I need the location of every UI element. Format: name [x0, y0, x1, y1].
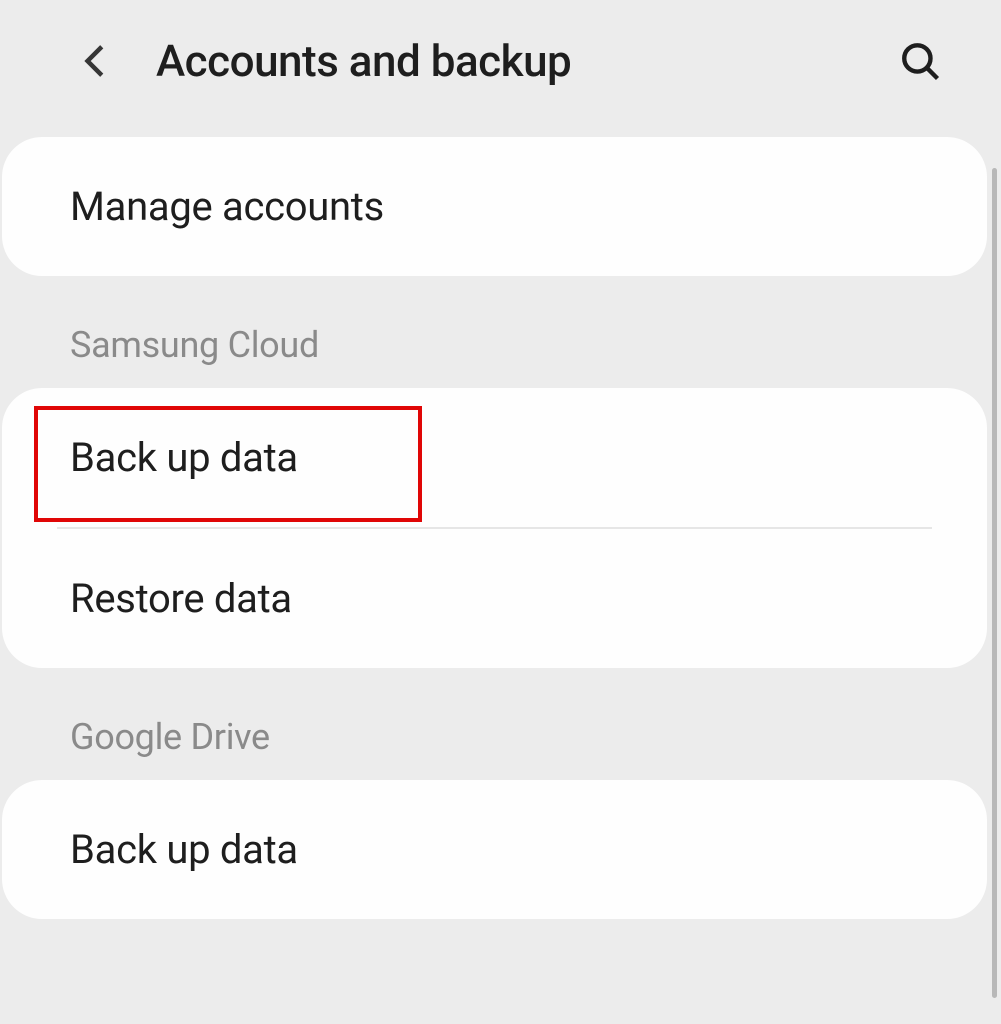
manage-accounts-item[interactable]: Manage accounts [2, 137, 987, 276]
samsung-restore-data-item[interactable]: Restore data [2, 529, 987, 668]
samsung-cloud-card: Back up data Restore data [2, 388, 987, 668]
back-icon[interactable] [78, 42, 116, 80]
content-area: Manage accounts Samsung Cloud Back up da… [0, 137, 1001, 919]
page-title: Accounts and backup [156, 35, 859, 87]
section-header-samsung-cloud: Samsung Cloud [0, 276, 989, 388]
section-header-google-drive: Google Drive [0, 668, 989, 780]
search-icon[interactable] [899, 40, 941, 82]
header: Accounts and backup [0, 0, 1001, 137]
google-back-up-data-item[interactable]: Back up data [2, 780, 987, 919]
accounts-card: Manage accounts [2, 137, 987, 276]
scrollbar[interactable] [992, 168, 997, 998]
google-drive-card: Back up data [2, 780, 987, 919]
samsung-back-up-data-item[interactable]: Back up data [2, 388, 987, 527]
